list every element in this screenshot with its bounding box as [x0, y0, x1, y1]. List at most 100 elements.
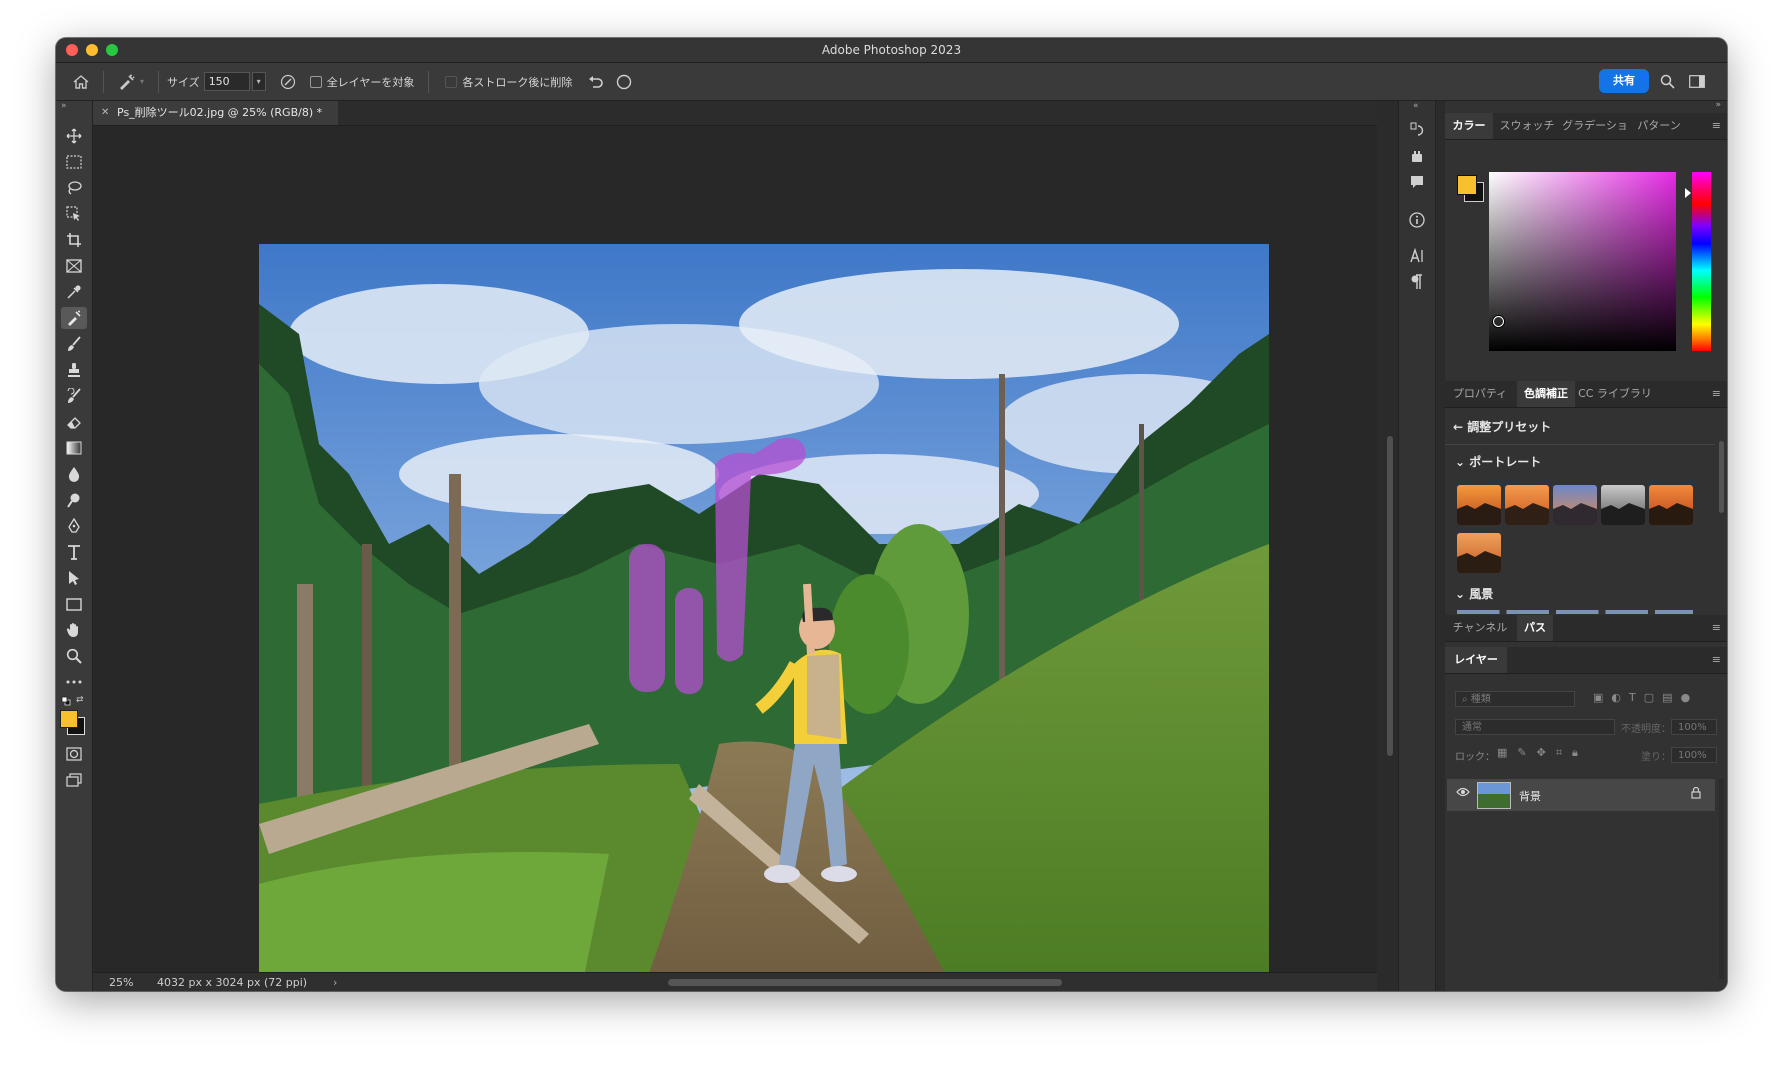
- blur-tool-icon[interactable]: [61, 463, 87, 485]
- comments-panel-icon[interactable]: [1405, 171, 1429, 193]
- zoom-tool-icon[interactable]: [61, 645, 87, 667]
- remove-tool-active-icon[interactable]: [61, 307, 87, 329]
- tab-patterns[interactable]: パターン: [1631, 113, 1687, 139]
- tab-adjustments[interactable]: 色調補正: [1517, 381, 1575, 407]
- layers-panel-menu-icon[interactable]: ≡: [1712, 653, 1721, 666]
- blend-mode-select[interactable]: 通常: [1455, 719, 1615, 735]
- lasso-tool-icon[interactable]: [61, 177, 87, 199]
- properties-panel-menu-icon[interactable]: ≡: [1712, 387, 1721, 400]
- brush-shape-icon[interactable]: [610, 68, 638, 96]
- dodge-tool-icon[interactable]: [61, 489, 87, 511]
- type-filter-icon[interactable]: T: [1629, 691, 1636, 704]
- panels-collapse-icon[interactable]: »: [1715, 100, 1721, 110]
- rectangle-tool-icon[interactable]: [61, 593, 87, 615]
- tab-color[interactable]: カラー: [1445, 113, 1493, 139]
- foreground-color-swatch[interactable]: [60, 710, 78, 728]
- minimize-window-button[interactable]: [86, 44, 98, 56]
- lock-transparent-icon[interactable]: ▦: [1497, 746, 1507, 760]
- size-input[interactable]: 150: [203, 72, 250, 91]
- hue-slider[interactable]: [1692, 172, 1711, 351]
- preset-thumbnail[interactable]: [1649, 485, 1693, 525]
- paragraph-panel-icon[interactable]: [1405, 271, 1429, 293]
- presets-scrollbar[interactable]: [1719, 441, 1724, 513]
- remove-after-stroke-checkbox[interactable]: [445, 75, 458, 88]
- tab-channels[interactable]: チャンネル: [1445, 615, 1515, 641]
- channels-panel-menu-icon[interactable]: ≡: [1712, 621, 1721, 634]
- workspace-icon[interactable]: [1685, 69, 1709, 93]
- actions-panel-icon[interactable]: [1405, 145, 1429, 167]
- all-layers-checkbox[interactable]: [309, 75, 322, 88]
- portrait-group-header[interactable]: ⌄ ポートレート: [1455, 453, 1541, 470]
- character-panel-icon[interactable]: [1405, 245, 1429, 267]
- pixel-filter-icon[interactable]: ▣: [1593, 691, 1603, 704]
- lock-image-icon[interactable]: ✎: [1517, 746, 1526, 760]
- layer-visibility-eye-icon[interactable]: [1456, 787, 1470, 800]
- share-button[interactable]: 共有: [1599, 69, 1649, 93]
- preset-thumbnail[interactable]: [1505, 485, 1549, 525]
- tools-collapse-icon[interactable]: »: [61, 101, 67, 111]
- object-select-tool-icon[interactable]: [61, 203, 87, 225]
- tool-preset-chevron-icon[interactable]: ▾: [140, 77, 144, 86]
- lock-all-icon[interactable]: 🔒︎: [1572, 746, 1578, 760]
- gradient-tool-icon[interactable]: [61, 437, 87, 459]
- more-tools-icon[interactable]: [61, 671, 87, 693]
- preset-thumbnail[interactable]: [1601, 485, 1645, 525]
- undo-icon[interactable]: [582, 68, 610, 96]
- preset-thumbnail[interactable]: [1457, 533, 1501, 573]
- clone-stamp-tool-icon[interactable]: [61, 359, 87, 381]
- move-tool-icon[interactable]: [61, 125, 87, 147]
- lock-artboard-icon[interactable]: ⌗: [1556, 746, 1562, 760]
- home-icon[interactable]: [67, 68, 95, 96]
- history-brush-tool-icon[interactable]: [61, 385, 87, 407]
- marquee-tool-icon[interactable]: [61, 151, 87, 173]
- pen-tool-icon[interactable]: [61, 515, 87, 537]
- adjustment-presets-header[interactable]: ← 調整プリセット: [1453, 418, 1551, 435]
- tab-cc-libraries[interactable]: CC ライブラリ: [1575, 381, 1655, 407]
- info-panel-icon[interactable]: [1405, 209, 1429, 231]
- color-picker-field[interactable]: [1489, 172, 1676, 351]
- crop-tool-icon[interactable]: [61, 229, 87, 251]
- landscape-preset-row[interactable]: [1457, 610, 1693, 614]
- frame-tool-icon[interactable]: [61, 255, 87, 277]
- layer-filter-search[interactable]: ⌕ 種類: [1455, 691, 1575, 707]
- preset-thumbnail[interactable]: [1553, 485, 1597, 525]
- photo-canvas[interactable]: [259, 244, 1269, 991]
- adjustment-filter-icon[interactable]: ◐: [1611, 691, 1621, 704]
- color-picker-cursor[interactable]: [1493, 316, 1504, 327]
- pressure-size-icon[interactable]: [274, 68, 302, 96]
- canvas-area[interactable]: [93, 126, 1377, 991]
- close-tab-icon[interactable]: ✕: [101, 101, 109, 125]
- status-chevron-icon[interactable]: ›: [333, 973, 337, 991]
- tab-paths[interactable]: パス: [1517, 615, 1553, 641]
- color-panel-menu-icon[interactable]: ≡: [1712, 119, 1721, 132]
- eraser-tool-icon[interactable]: [61, 411, 87, 433]
- quick-mask-icon[interactable]: [61, 743, 87, 765]
- swap-colors-icon[interactable]: ⇄: [76, 695, 86, 705]
- tab-swatches[interactable]: スウォッチ: [1495, 113, 1559, 139]
- type-tool-icon[interactable]: [61, 541, 87, 563]
- opacity-input[interactable]: 100%: [1671, 719, 1717, 735]
- brush-tool-icon[interactable]: [61, 333, 87, 355]
- dock-collapse-icon[interactable]: «: [1413, 101, 1419, 111]
- fill-input[interactable]: 100%: [1671, 747, 1717, 763]
- history-panel-icon[interactable]: [1405, 119, 1429, 141]
- vertical-scrollbar[interactable]: [1384, 126, 1396, 972]
- preset-thumbnail[interactable]: [1457, 485, 1501, 525]
- hue-slider-arrow[interactable]: [1685, 188, 1691, 198]
- back-arrow-icon[interactable]: ←: [1453, 420, 1463, 434]
- size-dropdown-chevron-icon[interactable]: ▾: [251, 72, 266, 91]
- landscape-group-header[interactable]: ⌄ 風景: [1455, 585, 1493, 602]
- tab-layers[interactable]: レイヤー: [1445, 647, 1507, 673]
- hand-tool-icon[interactable]: [61, 619, 87, 641]
- color-panel-foreground-swatch[interactable]: [1457, 175, 1477, 195]
- remove-tool-icon[interactable]: [112, 68, 140, 96]
- default-colors-icon[interactable]: [61, 696, 71, 706]
- layer-lock-icon[interactable]: [1691, 786, 1701, 802]
- close-window-button[interactable]: [66, 44, 78, 56]
- zoom-level[interactable]: 25%: [109, 973, 133, 991]
- eyedropper-tool-icon[interactable]: [61, 281, 87, 303]
- filter-toggle-icon[interactable]: ●: [1681, 691, 1691, 704]
- document-tab[interactable]: ✕ Ps_削除ツール02.jpg @ 25% (RGB/8) *: [93, 101, 338, 125]
- layer-row-background[interactable]: 背景: [1447, 779, 1715, 811]
- tab-gradients[interactable]: グラデーショ: [1559, 113, 1631, 139]
